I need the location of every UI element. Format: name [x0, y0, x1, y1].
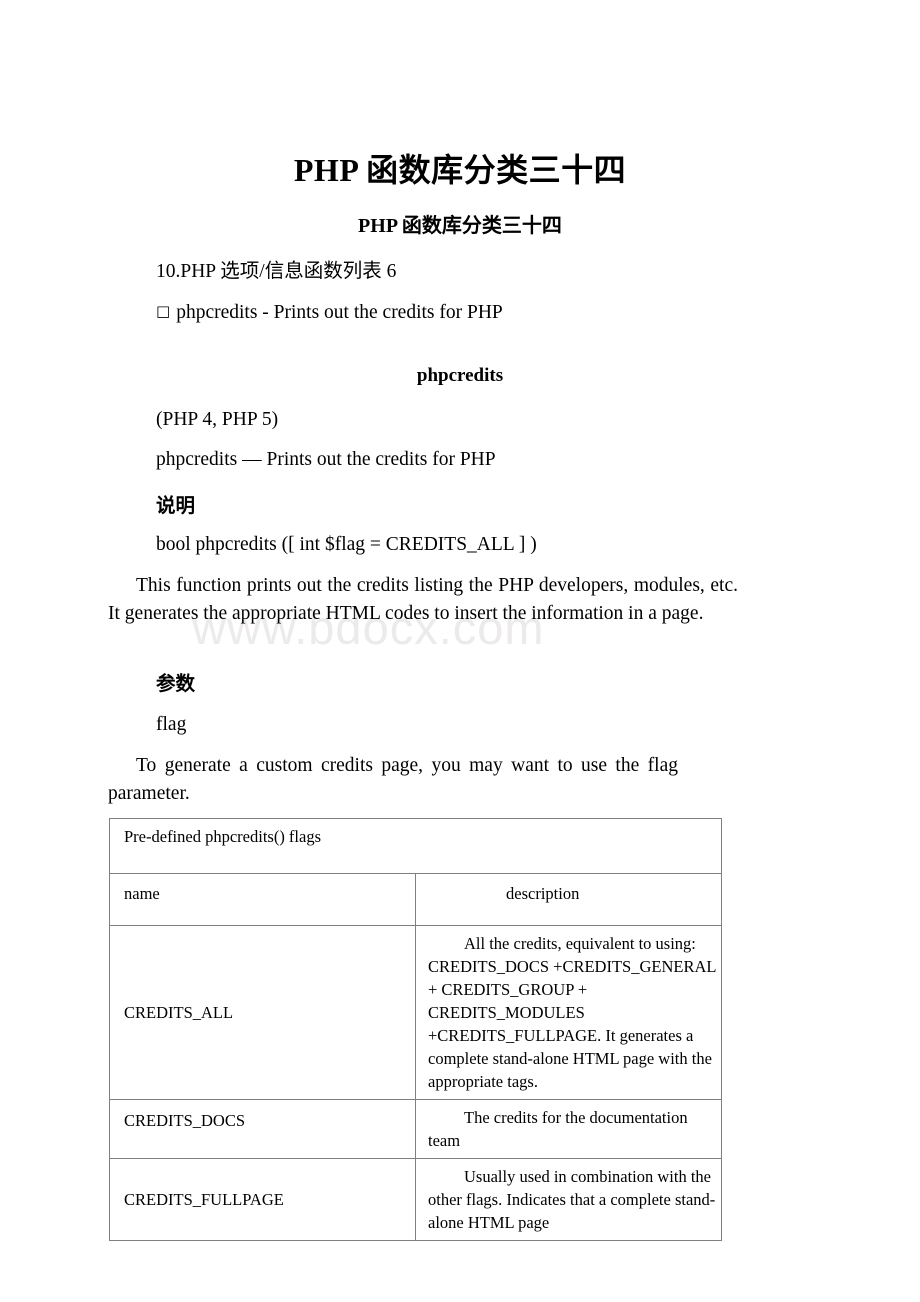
table-row: CREDITS_DOCS The credits for the documen… [109, 1099, 722, 1159]
predefined-flags-table: Pre-defined phpcredits() flags name desc… [109, 818, 722, 1241]
table-row: CREDITS_ALL All the credits, equivalent … [109, 925, 722, 1100]
flag-name-credits-docs: CREDITS_DOCS [109, 1099, 416, 1159]
table-row: CREDITS_FULLPAGE Usually used in combina… [109, 1158, 722, 1241]
flag-description-credits-all: All the credits, equivalent to using: CR… [415, 925, 722, 1100]
page-title: PHP 函数库分类三十四 [293, 152, 627, 188]
function-heading: phpcredits [416, 365, 504, 386]
column-header-name: name [109, 873, 416, 926]
page-subtitle: PHP 函数库分类三十四 [358, 215, 562, 237]
table-header-row: name description [109, 873, 722, 926]
php-versions: (PHP 4, PHP 5) [156, 409, 279, 430]
description-heading: 说明 [156, 494, 196, 517]
flag-description-credits-fullpage: Usually used in combination with the oth… [415, 1158, 722, 1241]
flag-name-credits-fullpage: CREDITS_FULLPAGE [109, 1158, 416, 1241]
document-page: www.bdocx.com PHP 函数库分类三十四 PHP 函数库分类三十四 … [0, 0, 920, 1302]
function-list-item: □ phpcredits - Prints out the credits for… [156, 299, 503, 327]
parameters-heading: 参数 [156, 672, 196, 695]
function-list-item-label: phpcredits - Prints out the credits for … [176, 302, 503, 323]
bullet-box-icon: □ [156, 302, 171, 320]
flag-description-credits-docs: The credits for the documentation team [415, 1099, 722, 1159]
description-paragraph: This function prints out the credits lis… [108, 575, 738, 624]
function-summary: phpcredits — Prints out the credits for … [156, 449, 496, 470]
parameter-description: To generate a custom credits page, you m… [108, 755, 678, 804]
function-signature: bool phpcredits ([ int $flag = CREDITS_A… [156, 534, 537, 555]
flag-name-credits-all: CREDITS_ALL [109, 925, 416, 1100]
table-caption-row: Pre-defined phpcredits() flags [109, 818, 722, 874]
column-header-description: description [415, 873, 722, 926]
parameter-name: flag [156, 714, 187, 735]
section-line: 10.PHP 选项/信息函数列表 6 [156, 261, 397, 282]
table-caption: Pre-defined phpcredits() flags [109, 818, 722, 874]
